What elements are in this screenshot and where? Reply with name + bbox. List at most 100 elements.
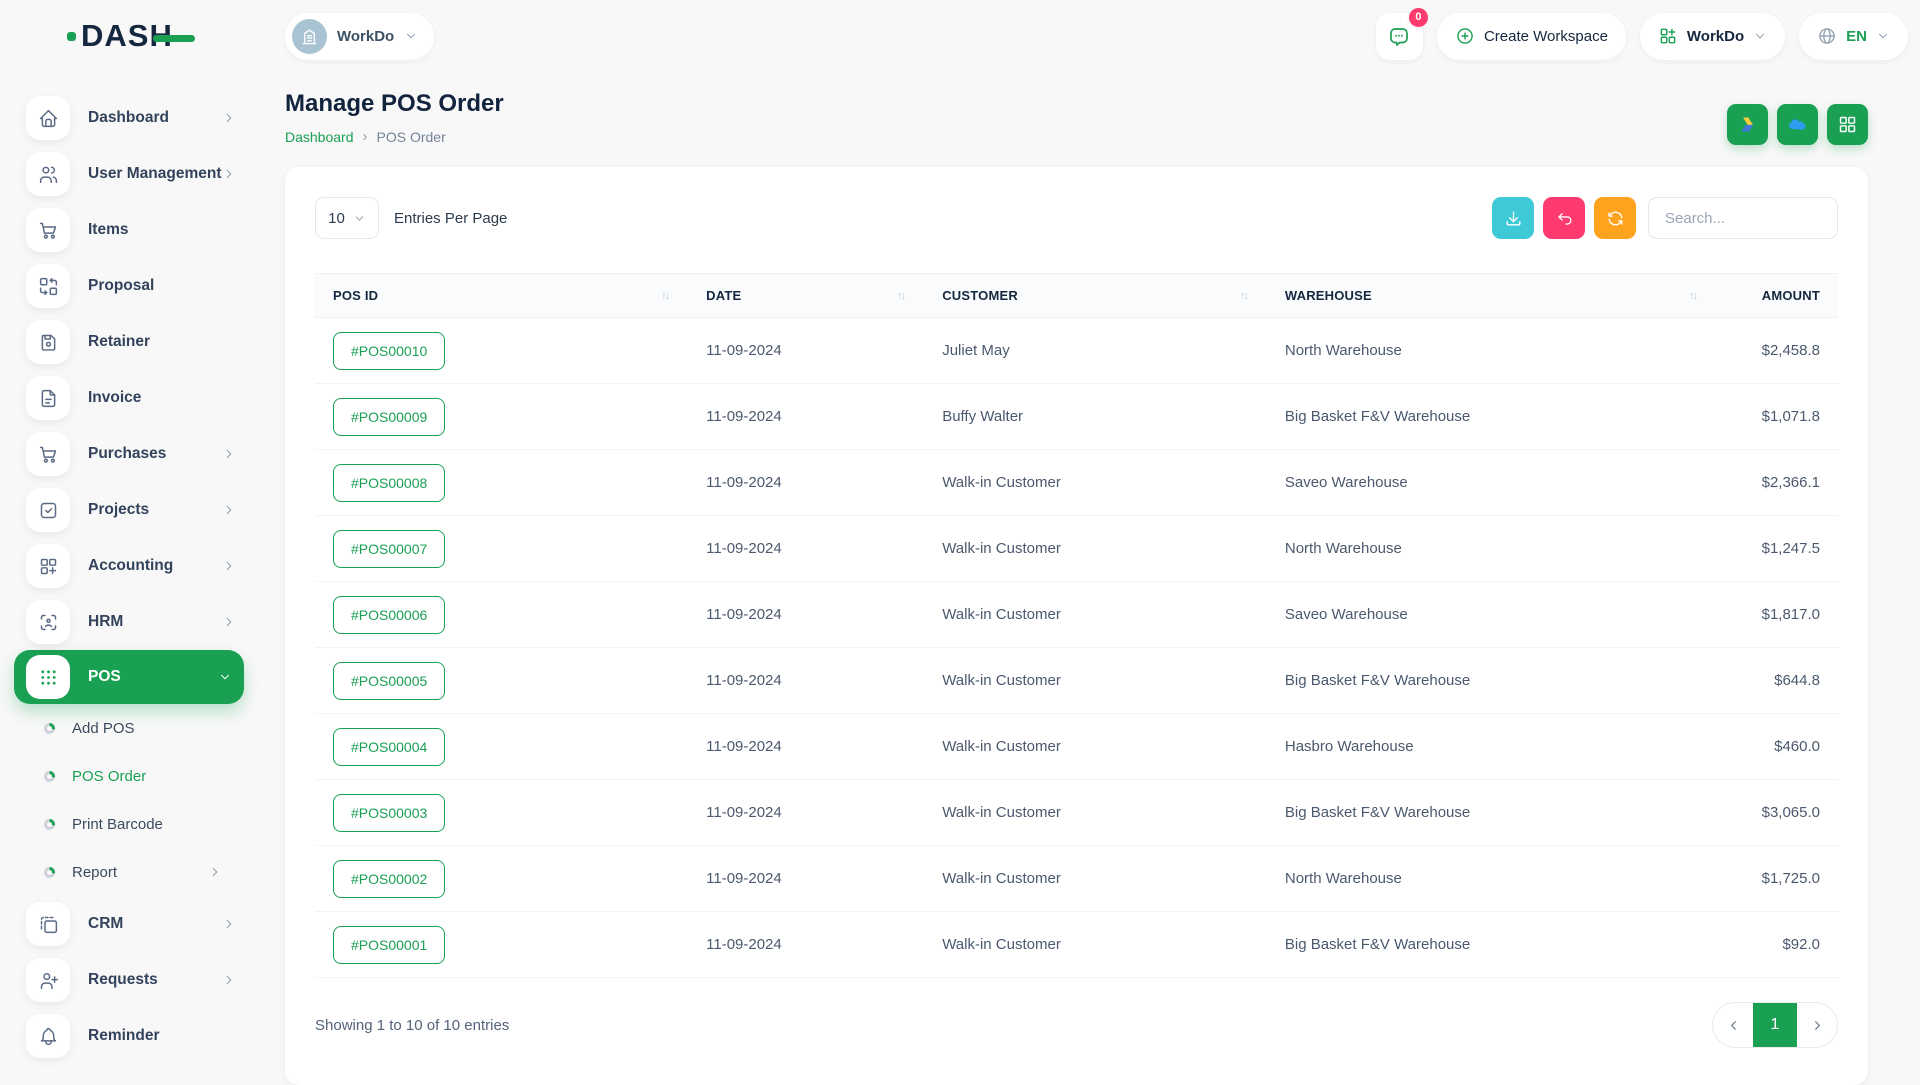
sidebar-subitem-print-barcode[interactable]: Print Barcode (0, 800, 258, 848)
pos-id-link[interactable]: #POS00008 (333, 464, 445, 502)
sidebar-subitem-add-pos[interactable]: Add POS (0, 704, 258, 752)
pos-id-link[interactable]: #POS00009 (333, 398, 445, 436)
pagination-next-button[interactable] (1797, 1003, 1837, 1047)
sidebar-subitem-report[interactable]: Report (0, 848, 258, 896)
apps-dropdown[interactable]: WorkDo (1640, 13, 1785, 60)
amount-cell: $1,071.8 (1716, 384, 1838, 450)
pagination-page-1[interactable]: 1 (1753, 1003, 1797, 1047)
reset-button[interactable] (1543, 197, 1585, 239)
onedrive-button[interactable] (1777, 104, 1818, 145)
bullet-icon (44, 819, 55, 830)
table-row-pos00004: #POS0000411-09-2024Walk-in CustomerHasbr… (315, 714, 1838, 780)
sidebar-item-purchases[interactable]: Purchases (0, 426, 258, 482)
chat-icon (1387, 24, 1411, 48)
column-header-date[interactable]: DATE↑↓ (688, 274, 924, 318)
amount-cell: $92.0 (1716, 912, 1838, 978)
sort-icon[interactable]: ↑↓ (661, 290, 670, 302)
building-icon (300, 27, 319, 46)
sidebar-item-pos[interactable]: POS (14, 650, 244, 704)
customer-cell: Buffy Walter (924, 384, 1267, 450)
sidebar-item-dashboard[interactable]: Dashboard (0, 90, 258, 146)
checkbox-icon (26, 488, 70, 532)
language-dropdown[interactable]: EN (1799, 13, 1908, 60)
sidebar-item-requests[interactable]: Requests (0, 952, 258, 1008)
workspace-switcher[interactable]: WorkDo (285, 13, 434, 60)
warehouse-cell: Big Basket F&V Warehouse (1267, 780, 1716, 846)
warehouse-cell: Saveo Warehouse (1267, 582, 1716, 648)
sidebar-item-reminder[interactable]: Reminder (0, 1008, 258, 1064)
pos-id-link[interactable]: #POS00003 (333, 794, 445, 832)
date-cell: 11-09-2024 (688, 912, 924, 978)
create-workspace-button[interactable]: Create Workspace (1437, 13, 1626, 60)
bullet-icon (44, 723, 55, 734)
pos-id-link[interactable]: #POS00010 (333, 332, 445, 370)
entries-per-page-select[interactable]: 10 (315, 197, 379, 239)
amount-cell: $644.8 (1716, 648, 1838, 714)
sidebar-item-user-management[interactable]: User Management (0, 146, 258, 202)
chevron-down-icon (404, 29, 418, 43)
column-header-pos-id[interactable]: POS ID↑↓ (315, 274, 688, 318)
apps-grid-icon (1658, 26, 1678, 46)
messages-button[interactable]: 0 (1376, 13, 1423, 60)
sort-icon[interactable]: ↑↓ (897, 290, 906, 302)
chevron-right-icon (222, 447, 236, 461)
sidebar-item-proposal[interactable]: Proposal (0, 258, 258, 314)
amount-cell: $1,817.0 (1716, 582, 1838, 648)
sidebar-item-label: HRM (88, 613, 222, 631)
bullet-icon (44, 867, 55, 878)
date-cell: 11-09-2024 (688, 318, 924, 384)
sidebar-item-crm[interactable]: CRM (0, 896, 258, 952)
date-cell: 11-09-2024 (688, 780, 924, 846)
search-input[interactable] (1648, 197, 1838, 239)
sidebar-item-items[interactable]: Items (0, 202, 258, 258)
refresh-button[interactable] (1594, 197, 1636, 239)
chevron-left-icon (1726, 1018, 1741, 1033)
pos-id-link[interactable]: #POS00004 (333, 728, 445, 766)
pos-id-link[interactable]: #POS00001 (333, 926, 445, 964)
customer-cell: Walk-in Customer (924, 912, 1267, 978)
sidebar-item-retainer[interactable]: Retainer (0, 314, 258, 370)
sidebar-item-accounting[interactable]: Accounting (0, 538, 258, 594)
box-icon (26, 902, 70, 946)
column-header-customer[interactable]: CUSTOMER↑↓ (924, 274, 1267, 318)
date-cell: 11-09-2024 (688, 384, 924, 450)
sidebar-subitem-pos-order[interactable]: POS Order (0, 752, 258, 800)
logo-dot-icon (67, 32, 76, 41)
column-header-warehouse[interactable]: WAREHOUSE↑↓ (1267, 274, 1716, 318)
google-drive-button[interactable] (1727, 104, 1768, 145)
cart-icon (26, 432, 70, 476)
pagination: 1 (1712, 1002, 1838, 1048)
sort-icon[interactable]: ↑↓ (1689, 290, 1698, 302)
customer-cell: Walk-in Customer (924, 846, 1267, 912)
pos-id-link[interactable]: #POS00006 (333, 596, 445, 634)
chevron-right-icon (222, 111, 236, 125)
sidebar-item-invoice[interactable]: Invoice (0, 370, 258, 426)
pos-id-link[interactable]: #POS00005 (333, 662, 445, 700)
sidebar-item-label: Items (88, 221, 236, 239)
sidebar-item-hrm[interactable]: HRM (0, 594, 258, 650)
warehouse-cell: North Warehouse (1267, 846, 1716, 912)
pagination-prev-button[interactable] (1713, 1003, 1753, 1047)
entries-summary: Showing 1 to 10 of 10 entries (315, 1017, 509, 1034)
export-button[interactable] (1492, 197, 1534, 239)
refresh-icon (1606, 209, 1625, 228)
sidebar-item-label: Purchases (88, 445, 222, 463)
app-logo[interactable]: DASH (67, 18, 285, 54)
pos-id-link[interactable]: #POS00007 (333, 530, 445, 568)
amount-cell: $1,247.5 (1716, 516, 1838, 582)
sort-icon[interactable]: ↑↓ (1240, 290, 1249, 302)
grid-plus-icon (26, 544, 70, 588)
download-icon (1504, 209, 1523, 228)
sidebar-item-label: Invoice (88, 389, 236, 407)
grid-view-button[interactable] (1827, 104, 1868, 145)
sidebar-item-projects[interactable]: Projects (0, 482, 258, 538)
amount-cell: $460.0 (1716, 714, 1838, 780)
page-header: Manage POS Order Dashboard › POS Order (285, 82, 1868, 145)
pos-id-link[interactable]: #POS00002 (333, 860, 445, 898)
date-cell: 11-09-2024 (688, 846, 924, 912)
breadcrumb-dashboard-link[interactable]: Dashboard (285, 129, 354, 145)
workspace-avatar (292, 19, 327, 54)
logo-bar-icon (153, 35, 195, 42)
warehouse-cell: North Warehouse (1267, 516, 1716, 582)
focus-icon (26, 600, 70, 644)
